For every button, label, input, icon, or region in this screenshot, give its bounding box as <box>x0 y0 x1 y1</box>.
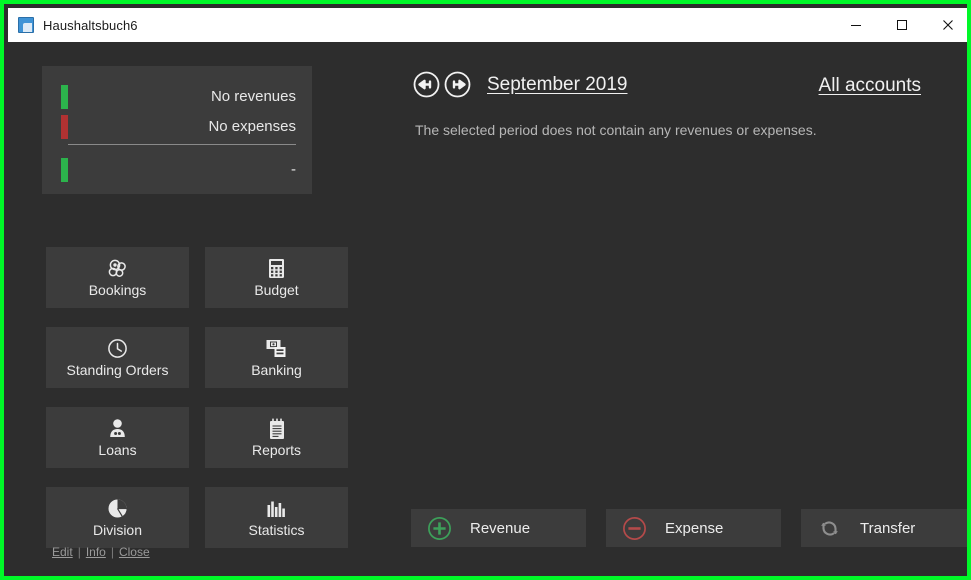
expense-indicator-bar <box>61 115 68 139</box>
bank-card-icon <box>266 338 288 360</box>
coins-icon <box>107 258 129 280</box>
nav-button-standing-orders[interactable]: Standing Orders <box>46 327 189 388</box>
navigation-grid: Bookings <box>46 247 349 567</box>
nav-row: Loans <box>46 407 349 468</box>
empty-state-message: The selected period does not contain any… <box>415 122 817 138</box>
revenue-indicator-bar <box>61 85 68 109</box>
nav-label: Loans <box>98 442 136 458</box>
bar-chart-icon <box>266 498 287 520</box>
maximize-button[interactable] <box>879 8 925 42</box>
nav-label: Reports <box>252 442 301 458</box>
action-label: Revenue <box>470 520 530 537</box>
footer-links: Edit | Info | Close <box>52 545 150 559</box>
nav-row: Division <box>46 487 349 548</box>
nav-button-loans[interactable]: Loans <box>46 407 189 468</box>
main-pane: September 2019 All accounts The selected… <box>358 42 971 580</box>
period-navigator: September 2019 <box>413 71 628 98</box>
person-icon <box>108 418 127 440</box>
link-separator: | <box>111 545 114 559</box>
window-controls <box>833 8 971 42</box>
nav-button-bookings[interactable]: Bookings <box>46 247 189 308</box>
nav-button-statistics[interactable]: Statistics <box>205 487 348 548</box>
summary-row-expenses: No expenses <box>54 111 300 141</box>
total-indicator-bar <box>61 158 68 182</box>
all-accounts-link[interactable]: All accounts <box>819 75 921 97</box>
summary-divider <box>68 144 296 145</box>
nav-button-banking[interactable]: Banking <box>205 327 348 388</box>
nav-label: Statistics <box>248 522 304 538</box>
transfer-arrows-icon <box>817 516 842 541</box>
transfer-button[interactable]: Transfer <box>801 509 971 547</box>
plus-circle-icon <box>427 516 452 541</box>
minimize-icon <box>850 19 862 31</box>
nav-label: Budget <box>254 282 298 298</box>
window-title: Haushaltsbuch6 <box>43 18 138 33</box>
minimize-button[interactable] <box>833 8 879 42</box>
maximize-icon <box>896 19 908 31</box>
action-label: Expense <box>665 520 723 537</box>
window-content: No revenues No expenses - <box>8 42 971 580</box>
title-bar: Haushaltsbuch6 <box>8 8 971 42</box>
summary-row-revenues: No revenues <box>54 81 300 111</box>
application-window: Haushaltsbuch6 <box>0 0 971 580</box>
revenue-button[interactable]: Revenue <box>411 509 586 547</box>
arrow-right-circle-icon[interactable] <box>444 71 471 98</box>
close-link[interactable]: Close <box>119 545 150 559</box>
notepad-icon <box>268 418 286 440</box>
clock-icon <box>107 338 128 360</box>
minus-circle-icon <box>622 516 647 541</box>
left-pane: No revenues No expenses - <box>8 42 358 580</box>
summary-expenses-label: No expenses <box>208 118 300 135</box>
summary-row-total: - <box>54 154 300 184</box>
close-button[interactable] <box>925 8 971 42</box>
nav-button-reports[interactable]: Reports <box>205 407 348 468</box>
nav-button-division[interactable]: Division <box>46 487 189 548</box>
period-label[interactable]: September 2019 <box>487 74 628 96</box>
book-icon <box>18 17 34 33</box>
link-separator: | <box>78 545 81 559</box>
summary-panel: No revenues No expenses - <box>42 66 312 194</box>
calculator-icon <box>268 258 285 280</box>
summary-total-value: - <box>291 161 300 178</box>
nav-label: Standing Orders <box>67 362 169 378</box>
nav-label: Division <box>93 522 142 538</box>
nav-row: Standing Orders <box>46 327 349 388</box>
nav-label: Bookings <box>89 282 147 298</box>
summary-revenues-label: No revenues <box>211 88 300 105</box>
edit-link[interactable]: Edit <box>52 545 73 559</box>
action-label: Transfer <box>860 520 915 537</box>
action-bar: Revenue Expense <box>411 509 971 547</box>
nav-row: Bookings <box>46 247 349 308</box>
nav-label: Banking <box>251 362 302 378</box>
expense-button[interactable]: Expense <box>606 509 781 547</box>
pie-chart-icon <box>107 498 128 520</box>
nav-button-budget[interactable]: Budget <box>205 247 348 308</box>
close-icon <box>942 19 954 31</box>
arrow-left-circle-icon[interactable] <box>413 71 440 98</box>
info-link[interactable]: Info <box>86 545 106 559</box>
